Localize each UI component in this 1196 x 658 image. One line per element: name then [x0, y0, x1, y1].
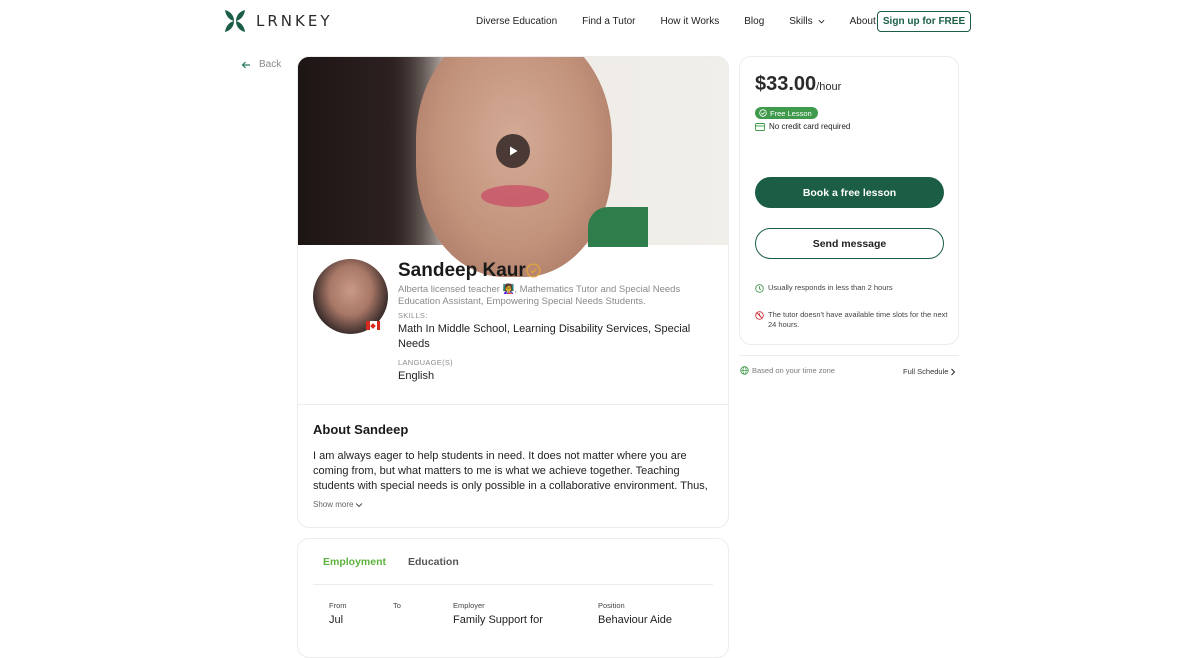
timezone-note: Based on your time zone: [740, 366, 835, 375]
tutor-skills: Math In Middle School, Learning Disabili…: [398, 323, 691, 350]
about-text: I am always eager to help students in ne…: [313, 450, 708, 492]
price-amount: $33.00: [755, 73, 817, 95]
play-button[interactable]: [496, 134, 530, 168]
leaf-logo-icon: [225, 10, 245, 32]
availability-label: The tutor doesn't have available time sl…: [768, 310, 948, 329]
back-label: Back: [259, 59, 282, 70]
nav-skills[interactable]: Skills: [789, 15, 825, 27]
verified-badge-icon: [526, 263, 541, 278]
play-icon: [510, 146, 518, 156]
tutor-profile-card: Sandeep Kaur Alberta licensed teacher 👩‍…: [297, 56, 729, 528]
employment-from: Jul: [329, 614, 344, 626]
globe-icon: [740, 366, 749, 375]
price-unit: /hour: [816, 81, 842, 93]
skills-label: SKILLS:: [398, 311, 428, 320]
nav-skills-label: Skills: [789, 15, 813, 27]
divider: [739, 355, 959, 356]
logo[interactable]: LRNKEY: [222, 8, 332, 34]
tutor-languages: English: [398, 370, 435, 382]
full-schedule-link[interactable]: Full Schedule: [903, 367, 956, 376]
signup-button[interactable]: Sign up for FREE: [877, 11, 971, 32]
employment-employer: Family Support for: [453, 614, 543, 626]
show-more-label: Show more: [313, 500, 354, 509]
col-header-employer: Employer: [453, 601, 485, 610]
divider: [298, 404, 728, 405]
book-free-lesson-button[interactable]: Book a free lesson: [755, 177, 944, 208]
clock-icon: [755, 284, 764, 293]
timezone-label: Based on your time zone: [752, 366, 835, 375]
nav-about[interactable]: About: [850, 16, 876, 27]
intro-video[interactable]: [298, 57, 728, 277]
brand-name: LRNKEY: [256, 12, 333, 30]
price: $33.00 /hour: [755, 73, 841, 96]
employment-position: Behaviour Aide: [598, 614, 672, 626]
free-lesson-label: Free Lesson: [770, 108, 812, 118]
booking-card: $33.00 /hour Free Lesson No credit card …: [739, 56, 959, 345]
arrow-left-icon: [241, 61, 250, 68]
check-circle-icon: [759, 109, 767, 117]
canada-flag-icon: [366, 321, 380, 330]
col-header-position: Position: [598, 601, 625, 610]
about-title: About Sandeep: [313, 422, 409, 437]
employment-education-card: Employment Education From To Employer Po…: [297, 538, 729, 658]
tab-employment[interactable]: Employment: [323, 556, 386, 568]
tab-education[interactable]: Education: [408, 556, 459, 568]
send-message-button[interactable]: Send message: [755, 228, 944, 259]
free-lesson-badge: Free Lesson: [755, 107, 818, 119]
full-schedule-label: Full Schedule: [903, 367, 949, 376]
chevron-down-icon: [818, 19, 825, 24]
credit-card-icon: [755, 122, 765, 131]
no-card-label: No credit card required: [769, 122, 851, 131]
no-card-note: No credit card required: [755, 122, 850, 131]
tutor-name: Sandeep Kaur: [398, 260, 526, 281]
tutor-headline: Alberta licensed teacher 👩‍🏫, Mathematic…: [398, 284, 681, 307]
response-time-note: Usually responds in less than 2 hours: [755, 283, 950, 293]
availability-note: The tutor doesn't have available time sl…: [755, 310, 950, 330]
languages-label: LANGUAGE(S): [398, 358, 453, 367]
main-nav: Diverse Education Find a Tutor How it Wo…: [476, 0, 901, 42]
nav-diverse-education[interactable]: Diverse Education: [476, 16, 557, 27]
nav-find-a-tutor[interactable]: Find a Tutor: [582, 16, 635, 27]
show-more-link[interactable]: Show more: [313, 500, 363, 509]
nav-blog[interactable]: Blog: [744, 16, 764, 27]
divider: [313, 584, 713, 585]
back-link[interactable]: Back: [241, 59, 281, 70]
response-time-label: Usually responds in less than 2 hours: [768, 283, 893, 292]
chevron-right-icon: [951, 368, 956, 375]
calendar-off-icon: [755, 311, 764, 320]
nav-how-it-works[interactable]: How it Works: [661, 16, 720, 27]
col-header-to: To: [393, 601, 401, 610]
col-header-from: From: [329, 601, 347, 610]
chevron-down-icon: [356, 502, 363, 507]
